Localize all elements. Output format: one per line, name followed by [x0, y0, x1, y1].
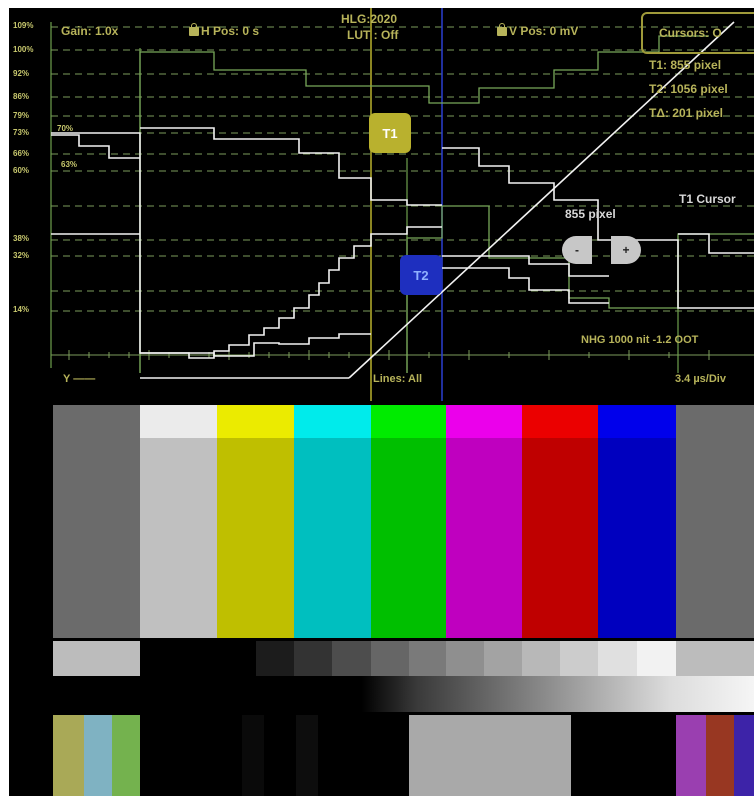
bottom-swatch	[112, 715, 140, 796]
v-pos-text: V Pos: 0 mV	[509, 24, 579, 38]
graticule-label-66: 66%	[13, 149, 30, 158]
channel-line-icon: ——	[73, 373, 96, 385]
bottom-swatch	[676, 715, 706, 796]
channel-readout: Y ——	[63, 373, 95, 385]
t1-cursor-adjust-title: T1 Cursor	[679, 192, 736, 206]
color-bar-magenta	[446, 438, 522, 638]
nits-readout: NHG 1000 nit -1.2 OOT	[581, 334, 699, 346]
hlg-readout: HLG:2020	[341, 12, 398, 26]
waveform-display[interactable]: 109% 100% 92% 86% 79% 73% 66% 60% 38% 32…	[9, 8, 754, 401]
bar-strip	[140, 405, 217, 438]
monitor-frame: 109% 100% 92% 86% 79% 73% 66% 60% 38% 32…	[0, 0, 754, 804]
step-swatch	[294, 641, 332, 676]
graticule-label-109: 109%	[13, 21, 34, 30]
graticule-label-14: 14%	[13, 305, 30, 314]
color-bar-blue	[598, 438, 676, 638]
step-swatch	[53, 641, 140, 676]
t2-cursor-handle[interactable]: T2	[400, 255, 442, 295]
h-pos-text: H Pos: 0 s	[201, 24, 260, 38]
step-swatch	[676, 641, 754, 676]
increment-button[interactable]: +	[611, 236, 641, 264]
graticule-label-38: 38%	[13, 234, 30, 243]
step-swatch	[140, 641, 256, 676]
v-pos-readout[interactable]: V Pos: 0 mV	[497, 23, 579, 38]
waveform-monitor-screen: 109% 100% 92% 86% 79% 73% 66% 60% 38% 32…	[9, 8, 754, 796]
t2-readout: T2: 1056 pixel	[649, 82, 728, 96]
step-swatch	[371, 641, 409, 676]
bottom-swatch	[734, 715, 754, 796]
channel-text: Y	[63, 373, 71, 385]
t1-cursor-adjust-value: 855 pixel	[565, 207, 616, 221]
color-bar-yellow	[217, 438, 294, 638]
lock-icon	[189, 23, 199, 36]
bar-strip	[371, 405, 446, 438]
bottom-gray-block	[409, 715, 571, 796]
bar-strip	[446, 405, 522, 438]
lock-icon	[497, 23, 507, 36]
lut-readout: LUT : Off	[347, 28, 399, 42]
step-swatch	[409, 641, 446, 676]
cursors-button[interactable]: Cursors: O	[641, 12, 754, 54]
color-bar-gray	[53, 438, 140, 638]
gain-readout[interactable]: Gain: 1.0x	[61, 24, 118, 38]
lines-readout[interactable]: Lines: All	[373, 373, 422, 385]
graticule-label-60: 60%	[13, 166, 30, 175]
trace-label-70: 70%	[57, 124, 74, 133]
decrement-button[interactable]: -	[562, 236, 592, 264]
t1-cursor-handle[interactable]: T1	[369, 113, 411, 153]
gray-ramp	[53, 676, 754, 712]
timebase-readout[interactable]: 3.4 µs/Div	[675, 373, 726, 385]
bottom-swatch	[53, 715, 84, 796]
step-swatch	[446, 641, 484, 676]
graticule-label-86: 86%	[13, 92, 30, 101]
step-swatch	[256, 641, 294, 676]
bar-strip	[676, 405, 754, 438]
bar-strip	[522, 405, 598, 438]
graticule-label-73: 73%	[13, 128, 30, 137]
color-bars-display	[9, 405, 754, 796]
color-bar-red	[522, 438, 598, 638]
color-bar-gray-right	[676, 438, 754, 638]
step-swatch	[522, 641, 560, 676]
t1-readout: T1: 855 pixel	[649, 58, 722, 72]
bottom-swatch	[84, 715, 112, 796]
bar-strip	[53, 405, 140, 438]
delta-readout: TΔ: 201 pixel	[649, 106, 723, 120]
step-swatch	[484, 641, 522, 676]
bar-strip	[598, 405, 676, 438]
h-pos-readout[interactable]: H Pos: 0 s	[189, 23, 260, 38]
pluge-bar	[296, 715, 318, 796]
cursors-button-label: Cursors: O	[659, 26, 722, 40]
trace-label-63: 63%	[61, 160, 78, 169]
bar-strip	[217, 405, 294, 438]
bottom-swatch	[706, 715, 734, 796]
color-bar-green	[371, 438, 446, 638]
graticule-label-79: 79%	[13, 111, 30, 120]
step-swatch	[637, 641, 676, 676]
graticule-label-100: 100%	[13, 45, 34, 54]
bar-strip	[294, 405, 371, 438]
step-swatch	[598, 641, 637, 676]
color-bar-white	[140, 438, 217, 638]
color-bar-cyan	[294, 438, 371, 638]
pluge-bar	[242, 715, 264, 796]
graticule-label-32: 32%	[13, 251, 30, 260]
step-swatch	[332, 641, 371, 676]
step-swatch	[560, 641, 598, 676]
graticule-label-92: 92%	[13, 69, 30, 78]
